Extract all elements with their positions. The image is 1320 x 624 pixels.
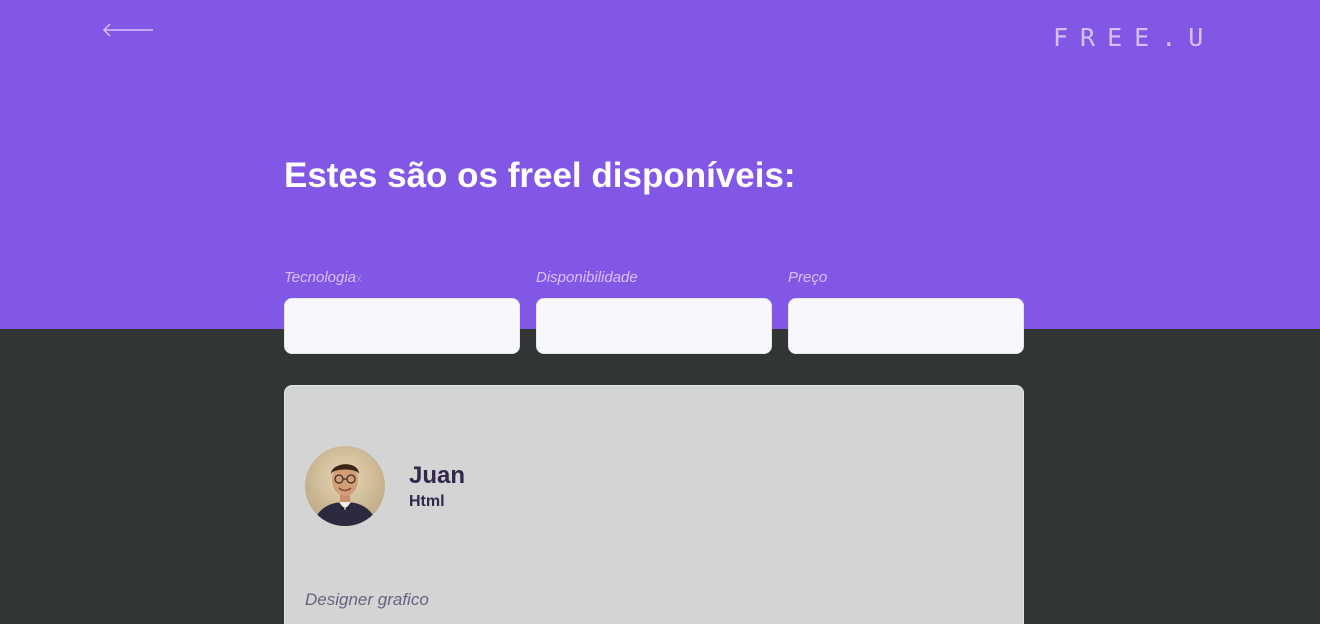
page-header: FREE.U Estes são os freel disponíveis: T… xyxy=(0,0,1320,354)
avatar xyxy=(305,446,385,526)
availability-input[interactable] xyxy=(536,298,772,354)
arrow-left-icon xyxy=(102,23,153,37)
freelancer-technology: Html xyxy=(409,493,445,510)
freelancer-card: Juan Html Designer grafico xyxy=(284,385,1024,624)
freelancer-bio: Designer grafico xyxy=(305,590,429,609)
filter-availability-label: Disponibilidade xyxy=(536,269,638,286)
freelancer-name: Juan xyxy=(409,462,466,489)
filter-price-label: Preço xyxy=(788,269,828,286)
page-title: Estes são os freel disponíveis: xyxy=(284,156,796,195)
technology-input[interactable] xyxy=(284,298,520,354)
back-button[interactable] xyxy=(100,18,156,42)
filter-availability: Disponibilidade xyxy=(536,268,772,354)
avatar-photo-icon xyxy=(305,446,385,526)
filter-technology-label: Tecnologiax xyxy=(284,269,363,286)
filter-price: Preço xyxy=(788,268,1024,354)
price-input[interactable] xyxy=(788,298,1024,354)
filter-technology: Tecnologiax xyxy=(284,268,520,354)
logo: FREE.U xyxy=(1053,23,1216,52)
